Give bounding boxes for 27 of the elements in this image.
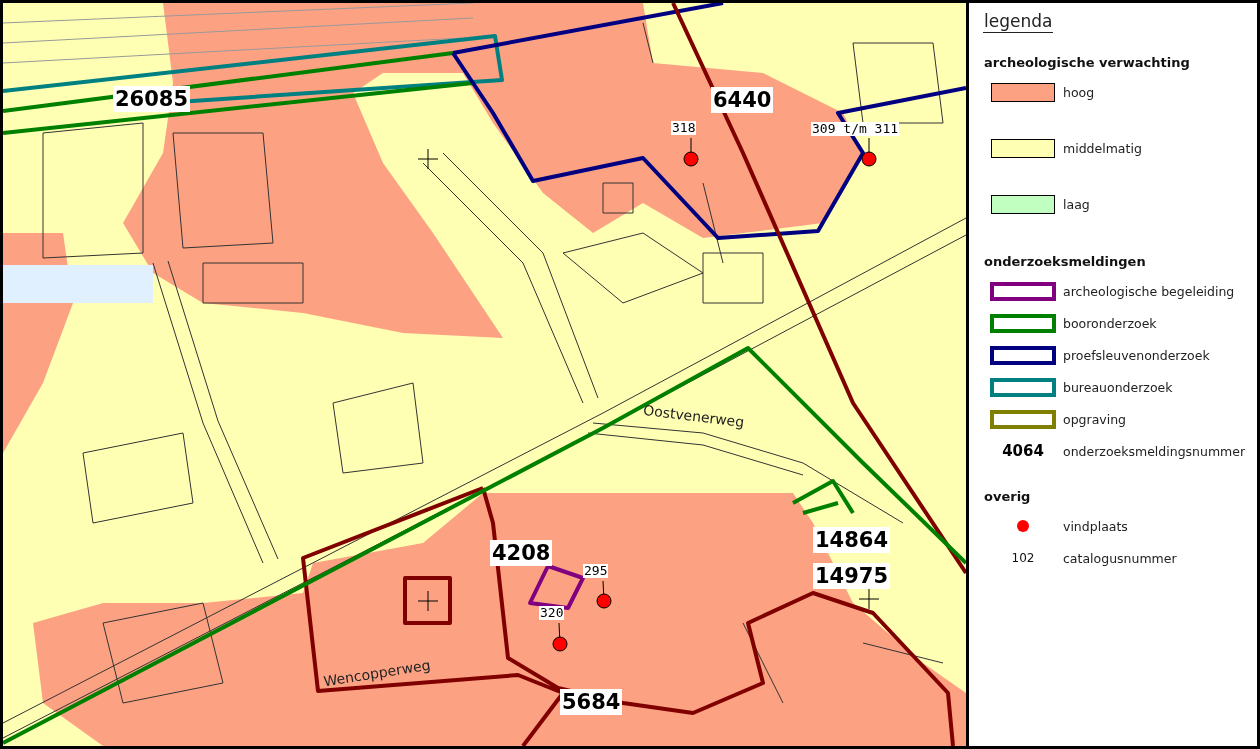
legend-label: archeologische begeleiding: [1063, 283, 1235, 299]
legend-label: laag: [1063, 196, 1090, 212]
legend-heading: overig: [984, 489, 1032, 504]
legend-title: legenda: [983, 11, 1054, 33]
legend-label: onderzoeksmeldingsnummer: [1063, 443, 1246, 459]
survey-number-label: 14864: [813, 527, 891, 553]
legend-label: opgraving: [1063, 411, 1127, 427]
catalogue-number-label: 295: [583, 564, 609, 578]
legend-label: vindplaats: [1063, 518, 1128, 534]
catalogue-number-label: 309 t/m 311: [811, 122, 900, 136]
legend-label: booronderzoek: [1063, 315, 1157, 331]
legend-symbol: 4064: [1002, 442, 1044, 460]
survey-number-label: 6440: [711, 87, 774, 113]
catalogue-number-label: 320: [539, 606, 565, 620]
legend-symbol: 102: [1011, 551, 1035, 565]
legend-label: hoog: [1063, 84, 1095, 100]
legend-label: middelmatig: [1063, 140, 1142, 156]
legend-label: proefsleuvenonderzoek: [1063, 347, 1210, 363]
legend-heading: archeologische verwachting: [984, 55, 1191, 70]
catalogue-number-label: 318: [671, 121, 697, 135]
survey-number-label: 4208: [490, 540, 553, 566]
survey-number-label: 5684: [560, 689, 623, 715]
legend-label: bureauonderzoek: [1063, 379, 1173, 395]
legend-label: catalogusnummer: [1063, 550, 1177, 566]
legend-heading: onderzoeksmeldingen: [984, 254, 1147, 269]
survey-number-label: 26085: [113, 86, 191, 112]
survey-number-label: 14975: [813, 563, 891, 589]
